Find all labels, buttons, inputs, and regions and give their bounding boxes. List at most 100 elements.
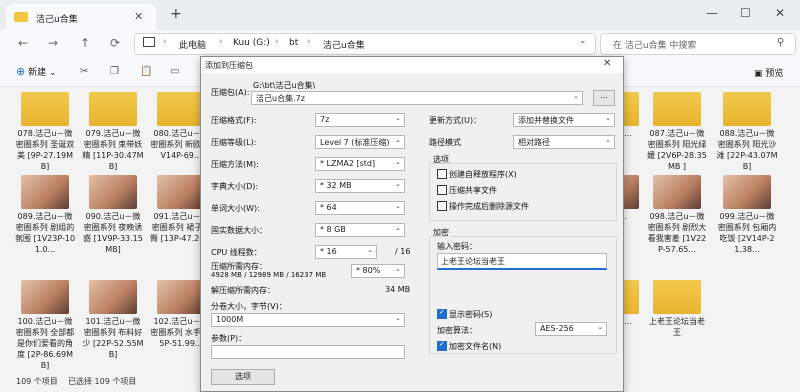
- encryption-method-label: 加密算法：: [437, 326, 477, 335]
- dictionary-select[interactable]: * 32 MB ⌄: [315, 179, 405, 193]
- tab-current-folder[interactable]: 洁己u合集 ✕: [6, 4, 156, 30]
- file-item[interactable]: 079.洁己u－微密圈系列 束带妖精 [11P-30.47MB]: [82, 92, 144, 187]
- search-placeholder: 在 洁己u合集 中搜索: [613, 41, 697, 51]
- file-item[interactable]: 101.洁己u－微密圈系列 布料好少 [22P-52.55MB]: [82, 280, 144, 375]
- refresh-button[interactable]: ⟳: [110, 36, 120, 50]
- address-input[interactable]: › 此电脑 › Kuu (G:) › bt › 洁己u合集 ⌄: [134, 33, 596, 55]
- chevron-down-icon: ⌄: [395, 202, 401, 210]
- search-input[interactable]: 在 洁己u合集 中搜索 ⚲: [600, 33, 796, 55]
- cut-icon[interactable]: ✂: [80, 66, 88, 77]
- file-name: 090.洁己u－微密圈系列 夜晚诱惑 [1V9P-33.15MB]: [83, 212, 143, 254]
- breadcrumb-bt[interactable]: bt: [289, 38, 298, 48]
- archive-name-field[interactable]: 洁己u合集.7z ⌄: [251, 91, 583, 105]
- folder-thumbnail: [21, 92, 69, 126]
- preview-button[interactable]: ▣ 预览: [754, 66, 783, 79]
- threads-label: CPU 线程数：: [211, 248, 262, 257]
- file-item[interactable]: 089.洁己u－微密圈系列 剧组的氛围 [1V23P-101.0...: [14, 175, 76, 270]
- file-item[interactable]: 099.洁己u－微密圈系列 包厢内吃饭 [2V14P-21.38...: [716, 175, 778, 270]
- copy-icon[interactable]: ❐: [110, 66, 119, 77]
- chevron-down-icon: ⌄: [605, 136, 611, 144]
- crumb-separator: ›: [307, 37, 311, 47]
- selected-count: 已选择 109 个项目: [68, 377, 137, 386]
- breadcrumb-folder[interactable]: 洁己u合集: [323, 38, 365, 51]
- shared-files-label: 压缩共享文件: [449, 186, 497, 195]
- file-item[interactable]: 100.洁己u－微密圈系列 全部都是你们爱看的角度 [2P-86.69MB]: [14, 280, 76, 375]
- file-item[interactable]: 078.洁己u－微密圈系列 圣诞双美 [9P-27.19MB]: [14, 92, 76, 187]
- image-thumbnail: [157, 175, 205, 209]
- file-name: 088.洁己u－微密圈系列 阳光沙滩 [22P-43.07MB]: [716, 129, 778, 171]
- method-value: * LZMA2 [std]: [320, 159, 376, 168]
- threads-select[interactable]: * 16 ⌄: [315, 245, 377, 259]
- address-expand-icon[interactable]: ⌄: [579, 36, 587, 46]
- breadcrumb-drive[interactable]: Kuu (G:): [233, 38, 270, 48]
- maximize-button[interactable]: ☐: [740, 6, 751, 20]
- folder-thumbnail: [157, 92, 205, 126]
- path-mode-select[interactable]: 相对路径 ⌄: [513, 135, 615, 149]
- show-password-label: 显示密码(S): [449, 310, 493, 319]
- back-button[interactable]: ←: [18, 36, 28, 50]
- dialog-title: 添加到压缩包: [205, 61, 253, 70]
- format-select[interactable]: 7z ⌄: [315, 113, 405, 127]
- level-value: Level 7 (标准压缩): [320, 138, 390, 147]
- file-name: 089.洁己u－微密圈系列 剧组的氛围 [1V23P-101.0...: [14, 212, 76, 254]
- encryption-method-value: AES-256: [540, 324, 574, 333]
- file-item[interactable]: 088.洁己u－微密圈系列 阳光沙滩 [22P-43.07MB]: [716, 92, 778, 187]
- up-button[interactable]: ↑: [80, 36, 90, 50]
- encrypt-names-checkbox[interactable]: [437, 340, 447, 351]
- sfx-checkbox[interactable]: [437, 169, 447, 179]
- method-select[interactable]: * LZMA2 [std] ⌄: [315, 157, 405, 171]
- dialog-title-bar: 添加到压缩包 ✕: [201, 57, 623, 73]
- parameters-input[interactable]: [211, 345, 405, 359]
- tab-title: 洁己u合集: [36, 15, 78, 25]
- breadcrumb-this-pc[interactable]: 此电脑: [179, 38, 206, 51]
- file-name: 100.洁己u－微密圈系列 全部都是你们爱看的角度 [2P-86.69MB]: [15, 317, 75, 370]
- file-name: 101.洁己u－微密圈系列 布料好少 [22P-52.55MB]: [82, 317, 144, 359]
- forward-button[interactable]: →: [48, 36, 58, 50]
- paste-icon[interactable]: 📋: [140, 66, 152, 77]
- rename-icon[interactable]: ▭: [170, 66, 179, 77]
- close-tab-icon[interactable]: ✕: [134, 10, 143, 23]
- shared-files-checkbox[interactable]: [437, 185, 447, 195]
- update-mode-value: 添加并替换文件: [518, 116, 574, 125]
- archive-label: 压缩包(A):: [211, 88, 250, 97]
- delete-after-label: 操作完成后删除源文件: [449, 202, 529, 211]
- plus-icon: ⊕: [16, 65, 26, 78]
- format-label: 压缩格式(F):: [211, 116, 257, 125]
- file-name: 099.洁己u－微密圈系列 包厢内吃饭 [2V14P-21.38...: [717, 212, 777, 254]
- image-thumbnail: [89, 175, 137, 209]
- show-password-checkbox[interactable]: [437, 308, 447, 319]
- level-label: 压缩等级(L):: [211, 138, 257, 147]
- options-button[interactable]: 选项: [211, 369, 275, 385]
- solid-block-label: 固实数据大小：: [211, 226, 267, 235]
- chevron-down-icon: ⌄: [395, 180, 401, 188]
- new-button[interactable]: ⊕ 新建 ⌄: [16, 65, 57, 78]
- file-item[interactable]: 098.洁己u－微密圈系列 剧烈大看我害羞 [1V22P-57.65...: [646, 175, 708, 270]
- chevron-down-icon: ⌄: [395, 114, 401, 122]
- word-size-select[interactable]: * 64 ⌄: [315, 201, 405, 215]
- delete-after-checkbox[interactable]: [437, 201, 447, 211]
- chevron-down-icon: ⌄: [395, 314, 401, 322]
- split-size-select[interactable]: 1000M ⌄: [211, 313, 405, 327]
- chevron-down-icon: ⌄: [605, 114, 611, 122]
- parameters-label: 参数(P)：: [211, 334, 247, 343]
- dialog-close-icon[interactable]: ✕: [603, 58, 611, 69]
- image-thumbnail: [723, 175, 771, 209]
- new-tab-button[interactable]: +: [170, 6, 182, 22]
- file-item[interactable]: 上老王论坛当老王: [646, 280, 708, 375]
- minimize-button[interactable]: —: [706, 6, 718, 20]
- folder-icon: [14, 12, 28, 22]
- browse-button[interactable]: ...: [593, 90, 615, 106]
- close-window-button[interactable]: ✕: [775, 6, 785, 20]
- file-item[interactable]: 090.洁己u－微密圈系列 夜晚诱惑 [1V9P-33.15MB]: [82, 175, 144, 270]
- memory-percent-select[interactable]: * 80% ⌄: [351, 264, 405, 278]
- level-select[interactable]: Level 7 (标准压缩) ⌄: [315, 135, 405, 149]
- path-mode-label: 路径模式: [429, 138, 461, 147]
- encryption-method-select[interactable]: AES-256 ⌄: [535, 322, 607, 336]
- update-mode-select[interactable]: 添加并替换文件 ⌄: [513, 113, 615, 127]
- password-input[interactable]: 上老王论坛当老王: [437, 253, 607, 270]
- monitor-icon: [143, 37, 155, 47]
- file-item[interactable]: 087.洁己u－微密圈系列 阳光绿媛 [2V6P-28.35MB ]: [646, 92, 708, 187]
- solid-block-select[interactable]: * 8 GB ⌄: [315, 223, 405, 237]
- threads-max: / 16: [395, 247, 411, 256]
- chevron-down-icon: ⌄: [395, 158, 401, 166]
